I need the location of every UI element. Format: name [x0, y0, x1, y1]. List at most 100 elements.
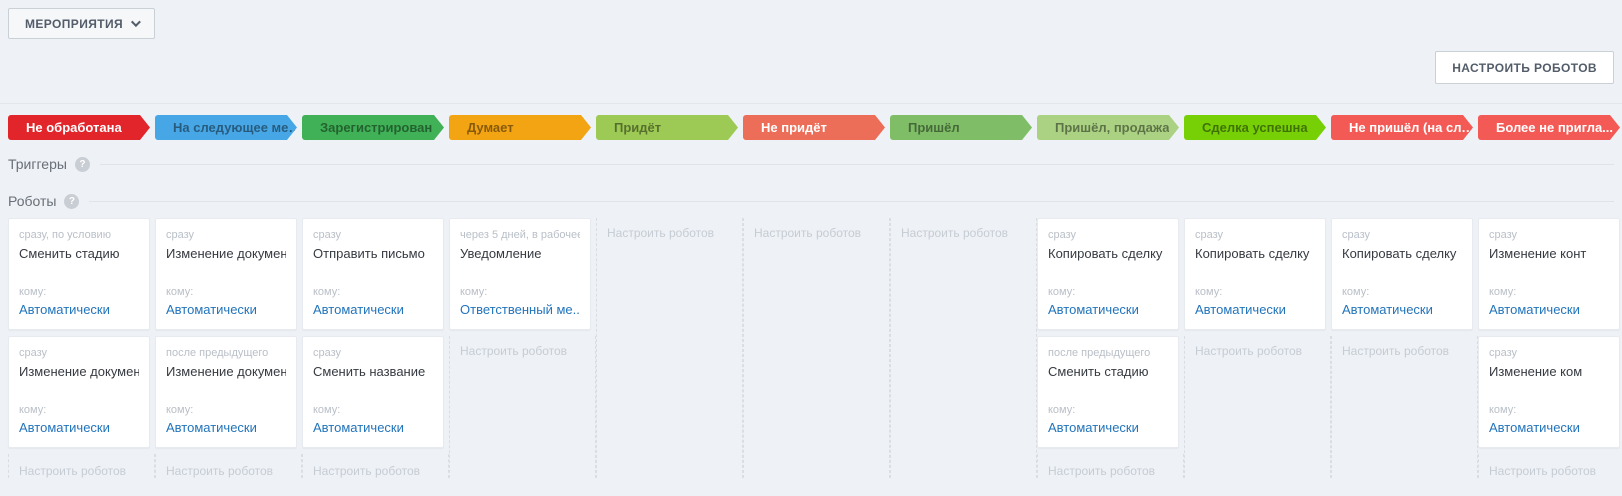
category-selector-button[interactable]: МЕРОПРИЯТИЯ: [8, 8, 156, 39]
configure-robots-zone[interactable]: Настроить роботов: [8, 454, 155, 478]
robot-card[interactable]: сразу Копировать сделку кому: Автоматически: [1037, 218, 1179, 330]
robot-card-assignee-link[interactable]: Ответственный ме...: [460, 302, 580, 317]
robot-card[interactable]: после предыдущего Изменение документа кому…: [155, 336, 297, 448]
robot-card-when: сразу: [166, 229, 195, 241]
robots-label: Роботы: [8, 193, 57, 209]
robot-column-8: сразу Копировать сделку кому: Автоматически…: [1037, 218, 1184, 478]
configure-robots-zone[interactable]: Настроить роботов: [1184, 336, 1331, 478]
robot-card[interactable]: сразу Изменение документа кому: Автоматичес…: [155, 218, 297, 330]
robot-card-when: после предыдущего: [1048, 347, 1151, 359]
robot-column-11: сразу Изменение конт кому: Автоматически сра…: [1478, 218, 1622, 478]
robot-column-7: Настроить роботов: [890, 218, 1037, 478]
configure-robots-ghost-link[interactable]: Настроить роботов: [1195, 344, 1302, 358]
stage-label: Зарегистрирован: [320, 120, 433, 135]
robot-card-assignee-link[interactable]: Автоматически: [1342, 302, 1462, 317]
robot-card-assignee-label: кому:: [1048, 286, 1076, 298]
robot-card-when: сразу: [19, 347, 48, 359]
robot-card[interactable]: через 5 дней, в рабочее ... Уведомление ко…: [449, 218, 591, 330]
robots-divider: [89, 200, 1614, 202]
robots-help-icon[interactable]: ?: [64, 193, 80, 209]
robot-card[interactable]: после предыдущего Сменить стадию кому: Авто…: [1037, 336, 1179, 448]
configure-robots-ghost-link[interactable]: Настроить роботов: [460, 344, 567, 358]
robot-card[interactable]: сразу Копировать сделку кому: Автоматически: [1331, 218, 1473, 330]
configure-robots-zone[interactable]: Настроить роботов: [449, 336, 596, 478]
robot-card[interactable]: сразу Копировать сделку кому: Автоматически: [1184, 218, 1326, 330]
robot-card-spacer: [166, 379, 286, 404]
configure-robots-ghost-link[interactable]: Настроить роботов: [166, 464, 273, 478]
configure-robots-ghost-link[interactable]: Настроить роботов: [754, 226, 861, 240]
stage-item-4[interactable]: Думает: [449, 115, 596, 140]
robot-card[interactable]: сразу Изменение документа кому: Автоматичес…: [8, 336, 150, 448]
robot-card[interactable]: сразу Отправить письмо кому: Автоматически: [302, 218, 444, 330]
robot-card-spacer: [19, 379, 139, 404]
robot-column-6: Настроить роботов: [743, 218, 890, 478]
robot-card-assignee-link[interactable]: Автоматически: [1489, 302, 1609, 317]
robot-card-assignee-link[interactable]: Автоматически: [166, 302, 286, 317]
configure-robots-zone[interactable]: Настроить роботов: [155, 454, 302, 478]
configure-robots-ghost-link[interactable]: Настроить роботов: [1048, 464, 1155, 478]
stage-label: Более не пригла...: [1496, 120, 1614, 135]
robot-card-spacer: [1342, 261, 1462, 286]
configure-robots-ghost-link[interactable]: Настроить роботов: [1342, 344, 1449, 358]
robot-card-when: сразу: [1489, 347, 1518, 359]
robot-card-assignee-link[interactable]: Автоматически: [313, 302, 433, 317]
configure-robots-zone[interactable]: Настроить роботов: [1331, 336, 1478, 478]
robot-card-assignee-link[interactable]: Автоматически: [1048, 420, 1168, 435]
robot-card-spacer: [1195, 261, 1315, 286]
robot-card-assignee-link[interactable]: Автоматически: [19, 302, 139, 317]
robot-card-assignee-link[interactable]: Автоматически: [1048, 302, 1168, 317]
stage-label: Не обработана: [26, 120, 122, 135]
robot-card-when: после предыдущего: [166, 347, 269, 359]
stage-item-2[interactable]: На следующее мероп...: [155, 115, 302, 140]
configure-robots-ghost-link[interactable]: Настроить роботов: [901, 226, 1008, 240]
robot-card-assignee-link[interactable]: Автоматически: [19, 420, 139, 435]
stage-item-6[interactable]: Не придёт: [743, 115, 890, 140]
configure-robots-zone[interactable]: Настроить роботов: [890, 218, 1037, 478]
robot-card[interactable]: сразу Изменение ком кому: Автоматически: [1478, 336, 1620, 448]
robot-card-assignee-link[interactable]: Автоматически: [1489, 420, 1609, 435]
configure-robots-ghost-link[interactable]: Настроить роботов: [607, 226, 714, 240]
robot-card[interactable]: сразу, по условию Сменить стадию кому: Авто…: [8, 218, 150, 330]
robot-card[interactable]: сразу Сменить название кому: Автоматически: [302, 336, 444, 448]
stage-item-5[interactable]: Придёт: [596, 115, 743, 140]
robot-card-when: сразу: [313, 347, 342, 359]
robot-card-spacer: [166, 261, 286, 286]
stage-row: Не обработана На следующее мероп... Зареги…: [0, 115, 1622, 140]
stage-label: Не придёт: [761, 120, 827, 135]
configure-robots-zone[interactable]: Настроить роботов: [743, 218, 890, 478]
stage-item-10[interactable]: Не пришёл (на следу...: [1331, 115, 1478, 140]
configure-robots-zone[interactable]: Настроить роботов: [1478, 454, 1622, 478]
robot-card-when: сразу: [313, 229, 342, 241]
configure-robots-ghost-link[interactable]: Настроить роботов: [313, 464, 420, 478]
stage-item-7[interactable]: Пришёл: [890, 115, 1037, 140]
configure-robots-ghost-link[interactable]: Настроить роботов: [1489, 464, 1596, 478]
stage-item-3[interactable]: Зарегистрирован: [302, 115, 449, 140]
category-selector-label: МЕРОПРИЯТИЯ: [25, 16, 124, 31]
stage-item-9[interactable]: Сделка успешна: [1184, 115, 1331, 140]
configure-robots-zone[interactable]: Настроить роботов: [596, 218, 743, 478]
stage-item-11[interactable]: Более не пригла...: [1478, 115, 1622, 140]
robot-card-assignee-link[interactable]: Автоматически: [1195, 302, 1315, 317]
robot-card-assignee-link[interactable]: Автоматически: [166, 420, 286, 435]
triggers-help-icon[interactable]: ?: [74, 156, 90, 172]
configure-robots-zone[interactable]: Настроить роботов: [302, 454, 449, 478]
stage-label: На следующее мероп...: [173, 120, 302, 135]
robot-card-assignee-label: кому:: [1489, 404, 1517, 416]
stage-item-8[interactable]: Пришёл, продажа: [1037, 115, 1184, 140]
configure-robots-zone[interactable]: Настроить роботов: [1037, 454, 1184, 478]
robot-card-assignee-label: кому:: [19, 286, 47, 298]
stage-item-1[interactable]: Не обработана: [8, 115, 155, 140]
robot-card-title: Копировать сделку: [1342, 246, 1457, 261]
robot-card-assignee-label: кому:: [166, 404, 194, 416]
robot-card-spacer: [313, 261, 433, 286]
robot-card-assignee-link[interactable]: Автоматически: [313, 420, 433, 435]
stage-label: Думает: [467, 120, 514, 135]
robot-card[interactable]: сразу Изменение конт кому: Автоматически: [1478, 218, 1620, 330]
robot-card-title: Отправить письмо: [313, 246, 425, 261]
robot-card-when: сразу, по условию: [19, 229, 111, 241]
configure-robots-button[interactable]: НАСТРОИТЬ РОБОТОВ: [1435, 51, 1614, 84]
robot-card-assignee-label: кому:: [460, 286, 488, 298]
robot-column-1: сразу, по условию Сменить стадию кому: Авто…: [8, 218, 155, 478]
configure-robots-ghost-link[interactable]: Настроить роботов: [19, 464, 126, 478]
robot-card-title: Изменение конт: [1489, 246, 1587, 261]
